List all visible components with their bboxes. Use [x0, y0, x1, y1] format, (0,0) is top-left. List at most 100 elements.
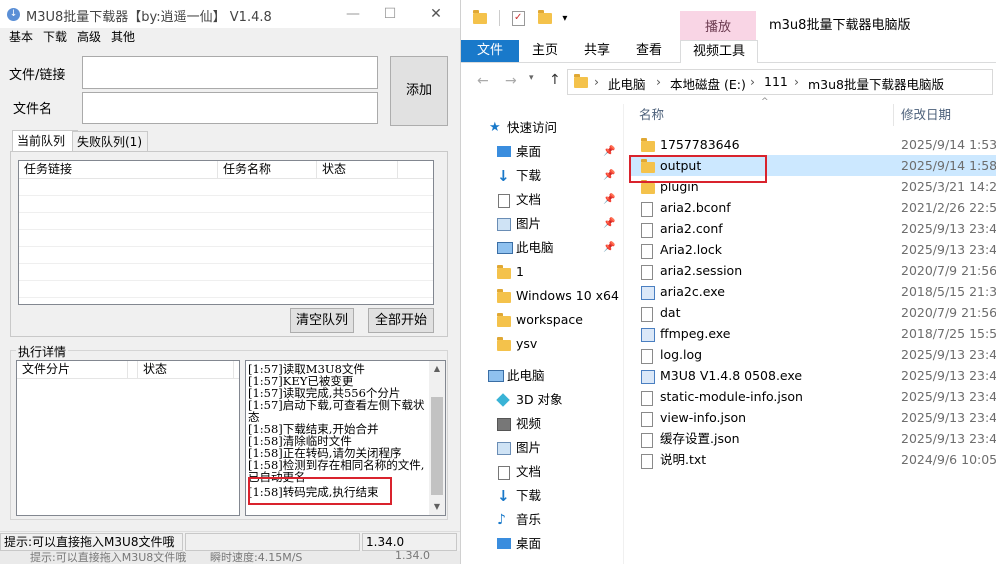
recent-locations-icon[interactable]: ▾	[529, 73, 534, 83]
menu-basic[interactable]: 基本	[9, 28, 33, 46]
tab-failed-queue[interactable]: 失败队列(1)	[72, 131, 148, 152]
scroll-thumb[interactable]	[431, 397, 443, 495]
file-date: 2025/9/13 23:42	[901, 389, 996, 404]
nav-downloads-pc[interactable]: ↓ 下载	[461, 485, 621, 507]
col-task-name[interactable]: 任务名称	[218, 161, 317, 178]
file-row[interactable]: Aria2.lock 2025/9/13 23:42	[629, 239, 996, 260]
back-icon[interactable]: ←	[477, 73, 489, 89]
ribbon-tab-video-tools[interactable]: 视频工具	[680, 40, 758, 63]
pin-icon[interactable]: 📌	[603, 165, 615, 187]
nav-folder-windows10[interactable]: Windows 10 x64 e	[461, 285, 621, 307]
status-version: 1.34.0	[362, 533, 457, 551]
file-row[interactable]: dat 2020/7/9 21:56	[629, 302, 996, 323]
computer-icon	[488, 370, 504, 382]
start-all-button[interactable]: 全部开始	[368, 308, 434, 333]
pin-icon[interactable]: 📌	[603, 189, 615, 211]
file-row[interactable]: 说明.txt 2024/9/6 10:05	[629, 449, 996, 470]
url-input[interactable]	[82, 56, 378, 89]
file-date: 2020/7/9 21:56	[901, 263, 996, 278]
nav-this-pc[interactable]: 此电脑	[461, 365, 621, 387]
file-row[interactable]: aria2c.exe 2018/5/15 21:36	[629, 281, 996, 302]
pane-divider[interactable]	[623, 104, 624, 564]
nav-folder-workspace[interactable]: workspace	[461, 309, 621, 331]
m3u8-downloader-window: ↓ M3U8批量下载器【by:逍遥一仙】 V1.4.8 — ☐ ✕ 基本 下载 …	[0, 0, 460, 564]
nav-desktop[interactable]: 桌面 📌	[461, 141, 621, 163]
nav-this-pc-pinned[interactable]: 此电脑 📌	[461, 237, 621, 259]
file-row[interactable]: view-info.json 2025/9/13 23:42	[629, 407, 996, 428]
scroll-down-icon[interactable]: ▼	[429, 499, 445, 515]
col-task-link[interactable]: 任务链接	[19, 161, 218, 178]
file-name: ffmpeg.exe	[660, 326, 731, 341]
pin-icon[interactable]: 📌	[603, 141, 615, 163]
ribbon-tab-home[interactable]: 主页	[523, 40, 567, 62]
properties-icon[interactable]: ✓	[511, 10, 525, 26]
nav-music[interactable]: ♪ 音乐	[461, 509, 621, 531]
filename-input[interactable]	[82, 92, 378, 124]
file-row[interactable]: 1757783646 2025/9/14 1:53	[629, 134, 996, 155]
add-button[interactable]: 添加	[390, 56, 448, 126]
address-bar[interactable]: › 此电脑 › 本地磁盘 (E:) › 111 › m3u8批量下载器电脑版	[567, 69, 993, 95]
customize-qat-icon[interactable]: ▾	[562, 13, 567, 24]
file-row[interactable]: ffmpeg.exe 2018/7/25 15:53	[629, 323, 996, 344]
minimize-button[interactable]: —	[338, 2, 368, 26]
nav-label: Windows 10 x64 e	[516, 288, 621, 303]
nav-pictures-pc[interactable]: 图片	[461, 437, 621, 459]
crumb-111[interactable]: 111	[764, 74, 788, 89]
nav-desktop-pc[interactable]: 桌面	[461, 533, 621, 555]
col-segment-status[interactable]: 状态	[138, 361, 234, 378]
menu-bar: 基本 下载 高级 其他	[0, 28, 460, 46]
log-scrollbar[interactable]: ▲ ▼	[429, 361, 445, 515]
crumb-current-folder[interactable]: m3u8批量下载器电脑版	[808, 74, 944, 93]
close-button[interactable]: ✕	[421, 2, 451, 26]
file-icon	[641, 244, 653, 259]
task-list-header: 任务链接 任务名称 状态	[19, 161, 433, 179]
status-hint: 提示:可以直接拖入M3U8文件哦	[0, 533, 183, 551]
nav-folder-1[interactable]: 1	[461, 261, 621, 283]
file-row[interactable]: aria2.bconf 2021/2/26 22:50	[629, 197, 996, 218]
crumb-local-disk[interactable]: 本地磁盘 (E:)	[670, 74, 746, 93]
nav-folder-ysv[interactable]: ysv	[461, 333, 621, 355]
up-icon[interactable]: ↑	[549, 72, 561, 88]
ribbon-tab-view[interactable]: 查看	[627, 40, 671, 62]
nav-documents-pc[interactable]: 文档	[461, 461, 621, 483]
col-name[interactable]: 名称	[639, 104, 664, 126]
pin-icon[interactable]: 📌	[603, 237, 615, 259]
scroll-up-icon[interactable]: ▲	[429, 361, 445, 377]
file-row[interactable]: log.log 2025/9/13 23:42	[629, 344, 996, 365]
ribbon-tab-file[interactable]: 文件	[461, 40, 519, 62]
segment-list[interactable]: 文件分片 状态	[16, 360, 240, 516]
task-list[interactable]: 任务链接 任务名称 状态	[18, 160, 434, 305]
file-name: Aria2.lock	[660, 242, 722, 257]
file-row[interactable]: 缓存设置.json 2025/9/13 23:42	[629, 428, 996, 449]
clear-queue-button[interactable]: 清空队列	[290, 308, 354, 333]
file-row[interactable]: aria2.conf 2025/9/13 23:42	[629, 218, 996, 239]
menu-download[interactable]: 下载	[43, 28, 67, 46]
maximize-button[interactable]: ☐	[375, 2, 405, 26]
crumb-this-pc[interactable]: 此电脑	[608, 74, 646, 93]
col-segment[interactable]: 文件分片	[17, 361, 128, 378]
nav-documents[interactable]: 文档 📌	[461, 189, 621, 211]
computer-icon	[497, 242, 513, 254]
ribbon-tab-share[interactable]: 共享	[575, 40, 619, 62]
menu-other[interactable]: 其他	[111, 28, 135, 46]
file-name: aria2.bconf	[660, 200, 731, 215]
tab-current-queue[interactable]: 当前队列	[12, 130, 78, 153]
menu-advanced[interactable]: 高级	[77, 28, 101, 46]
nav-videos[interactable]: 视频	[461, 413, 621, 435]
col-task-status[interactable]: 状态	[317, 161, 398, 178]
file-row[interactable]: static-module-info.json 2025/9/13 23:42	[629, 386, 996, 407]
nav-3d-objects[interactable]: 3D 对象	[461, 389, 621, 411]
file-row[interactable]: aria2.session 2020/7/9 21:56	[629, 260, 996, 281]
file-row[interactable]: M3U8 V1.4.8 0508.exe 2025/9/13 23:41	[629, 365, 996, 386]
col-date-modified[interactable]: 修改日期	[901, 104, 951, 126]
nav-pictures[interactable]: 图片 📌	[461, 213, 621, 235]
nav-label: 下载	[516, 488, 542, 503]
nav-downloads[interactable]: ↓ 下载 📌	[461, 165, 621, 187]
music-icon: ♪	[497, 512, 506, 528]
new-folder-icon[interactable]	[538, 9, 553, 24]
pin-icon[interactable]: 📌	[603, 213, 615, 235]
context-tab-play[interactable]: 播放	[705, 16, 731, 35]
forward-icon[interactable]: →	[505, 73, 517, 89]
explorer-window-title: m3u8批量下载器电脑版	[769, 18, 911, 33]
nav-quick-access[interactable]: ★ 快速访问	[461, 117, 621, 139]
